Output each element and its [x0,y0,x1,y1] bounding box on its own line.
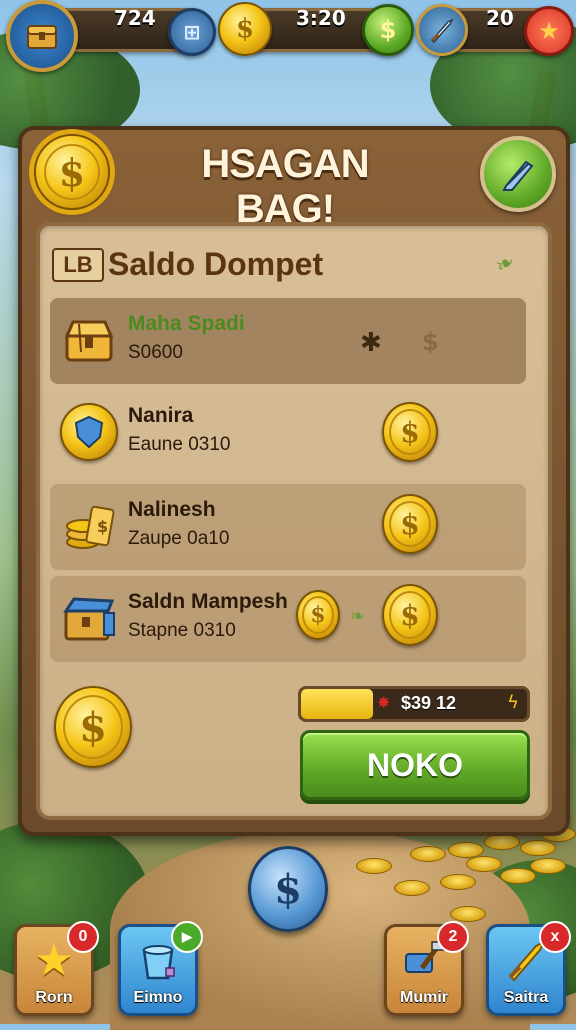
nav-label: Eimno [133,989,183,1006]
play-badge-icon: ▶ [171,921,203,953]
wallet-item-row[interactable]: Maha Spadi S0600 ✱ $ [50,298,526,384]
edit-pencil-icon[interactable] [480,136,556,212]
add-gems-icon[interactable]: ⊞ [168,8,216,56]
item-amount: Eaune 0310 [128,434,231,455]
notification-badge: x [539,921,571,953]
progress-fill [301,689,374,719]
gems-value: 724 [114,6,156,30]
wallet-item-row[interactable]: Saldn Mampesh Stapne 0310 $ ❧ $ [50,576,526,662]
dollar-sign-icon: $ [422,328,439,356]
nav-label: Rorn [35,989,73,1006]
nav-label: Saitra [503,989,549,1006]
leaf-icon: ❧ [350,606,366,627]
item-amount: S0600 [128,342,183,363]
shield-coin-icon [60,402,118,462]
item-name: Saldn Mampesh [128,590,288,613]
blue-coin-icon[interactable]: $ [248,846,328,932]
sword-icon[interactable] [416,4,468,56]
panel-title: HSAGAN BAG! [201,142,369,231]
treasure-chest-icon[interactable] [6,0,78,72]
gold-coin-icon[interactable]: $ [382,402,438,462]
notification-badge: 0 [67,921,99,953]
progress-label: $39 12 [401,693,457,713]
nav-button-rorn[interactable]: ★ 0 Rorn [14,921,99,1016]
gold-coin-icon[interactable]: $ [382,494,438,554]
coin-stack-icon: $ [60,496,118,556]
gear-coin-icon: $ [34,134,110,210]
wallet-item-row[interactable]: Nanira Eaune 0310 $ [50,390,526,476]
dollar-green-icon[interactable]: $ [362,4,414,56]
section-title: Saldo Dompet [108,246,324,282]
weapons-value: 20 [486,6,514,30]
svg-text:$: $ [97,517,108,536]
item-name: Maha Spadi [128,312,245,335]
gold-coin-icon[interactable]: $ [218,2,272,56]
item-amount: Stapne 0310 [128,620,236,641]
wallet-item-row[interactable]: $ Nalinesh Zaupe 0a10 $ [50,484,526,570]
lightning-icon: ϟ [507,692,519,713]
blue-chest-icon [60,588,118,648]
nav-button-mumir[interactable]: 2 Mumir [384,921,469,1016]
gold-coin-icon[interactable]: $ [382,584,438,646]
item-amount: Zaupe 0a10 [128,528,230,549]
time-value: 3:20 [296,6,346,30]
sparkle-icon: ✱ [360,328,382,358]
item-name: Nalinesh [128,498,216,521]
nav-button-eimno[interactable]: ▶ Eimno [118,921,203,1016]
small-coin-icon: $ [296,590,340,640]
treasure-chest-icon [60,310,118,370]
star-add-icon[interactable]: ★ [524,6,574,56]
section-badge: LB [52,248,104,282]
action-button[interactable]: NOKO [300,730,530,800]
flag-icon: ✸ [377,693,391,712]
item-name: Nanira [128,404,194,427]
notification-badge: 2 [437,921,469,953]
nav-button-saitra[interactable]: x Saitra [486,921,571,1016]
nav-label: Mumir [400,989,448,1006]
progress-bar: ✸ $39 12 ϟ [298,686,530,722]
big-gold-coin-icon: $ [54,686,132,768]
